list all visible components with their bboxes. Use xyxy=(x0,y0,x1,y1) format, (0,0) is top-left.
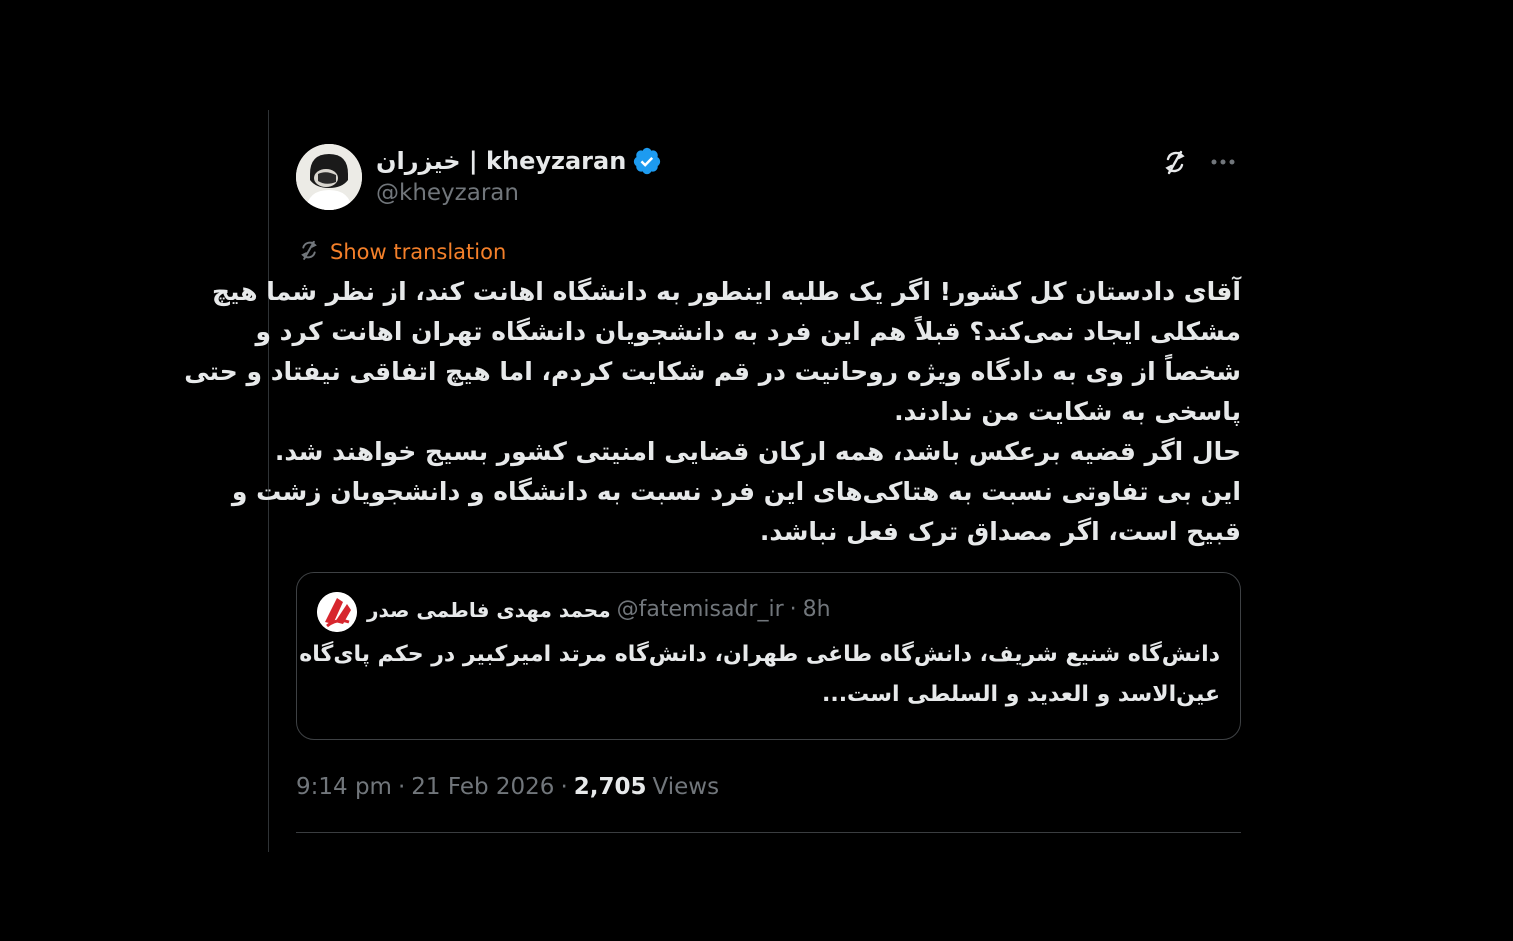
tweet-line: این بی تفاوتی نسبت به هتاکی‌های این فرد … xyxy=(231,477,1241,506)
quoted-tweet-line: دانش‌گاه شنیع شریف، دانش‌گاه طاغی طهران،… xyxy=(299,642,1220,667)
translate-small-icon xyxy=(296,237,322,267)
author-avatar[interactable] xyxy=(296,144,362,210)
tweet-line: آقای دادستان کل کشور! اگر یک طلبه اینطور… xyxy=(211,277,1241,306)
author-display-name[interactable]: خیزران | kheyzaran xyxy=(376,147,626,175)
header-actions xyxy=(1157,144,1241,180)
tweet-line: پاسخی به شکایت من ندادند. xyxy=(894,397,1241,426)
separator-dot: · xyxy=(397,774,406,800)
tweet-meta: 9:14 pm · 21 Feb 2026 · 2,705 Views xyxy=(296,770,1241,804)
views-label: Views xyxy=(652,774,720,800)
tweet-line: حال اگر قضیه برعکس باشد، همه ارکان قضایی… xyxy=(274,437,1241,466)
quoted-tweet-card[interactable]: محمد مهدی فاطمی صدر @fatemisadr_ir · 8h … xyxy=(296,572,1241,740)
show-translation-link[interactable]: Show translation xyxy=(330,240,506,264)
separator-dot: · xyxy=(560,774,568,800)
translate-icon[interactable] xyxy=(1157,144,1193,180)
tweet: خیزران | kheyzaran @kheyzaran Show trans… xyxy=(184,140,1241,804)
author-name-row: خیزران | kheyzaran xyxy=(376,146,662,176)
tweet-bottom-divider xyxy=(296,832,1241,833)
quoted-tweet-time[interactable]: 8h xyxy=(803,597,831,622)
tweet-line: قبیح است، اگر مصداق ترک فعل نباشد. xyxy=(759,517,1241,546)
quoted-author-handle[interactable]: @fatemisadr_ir xyxy=(617,597,784,622)
tweet-screenshot: خیزران | kheyzaran @kheyzaran Show trans… xyxy=(0,0,1513,941)
quoted-tweet-text: دانش‌گاه شنیع شریف، دانش‌گاه طاغی طهران،… xyxy=(299,635,1220,715)
tweet-time[interactable]: 9:14 pm xyxy=(296,774,392,800)
more-options-icon[interactable] xyxy=(1205,144,1241,180)
quoted-author-avatar[interactable] xyxy=(317,592,357,632)
author-handle[interactable]: @kheyzaran xyxy=(376,180,519,206)
tweet-text: آقای دادستان کل کشور! اگر یک طلبه اینطور… xyxy=(184,272,1241,552)
show-translation-row[interactable]: Show translation xyxy=(296,238,1241,266)
tweet-line: مشکلی ایجاد نمی‌کند؟ قبلاً هم این فرد به… xyxy=(255,317,1241,346)
verified-badge-icon xyxy=(632,146,662,176)
views-count[interactable]: 2,705 xyxy=(574,774,647,800)
tweet-date[interactable]: 21 Feb 2026 xyxy=(411,774,554,800)
quoted-tweet-line: عین‌الاسد و العدید و السلطی است... xyxy=(821,682,1220,707)
separator-dot: · xyxy=(789,597,797,622)
quoted-tweet-header: محمد مهدی فاطمی صدر @fatemisadr_ir · 8h xyxy=(367,597,831,622)
tweet-header: خیزران | kheyzaran @kheyzaran xyxy=(296,140,1241,212)
tweet-line: شخصاً از وی به دادگاه ویژه روحانیت در قم… xyxy=(184,357,1241,386)
quoted-author-name[interactable]: محمد مهدی فاطمی صدر xyxy=(367,598,611,622)
